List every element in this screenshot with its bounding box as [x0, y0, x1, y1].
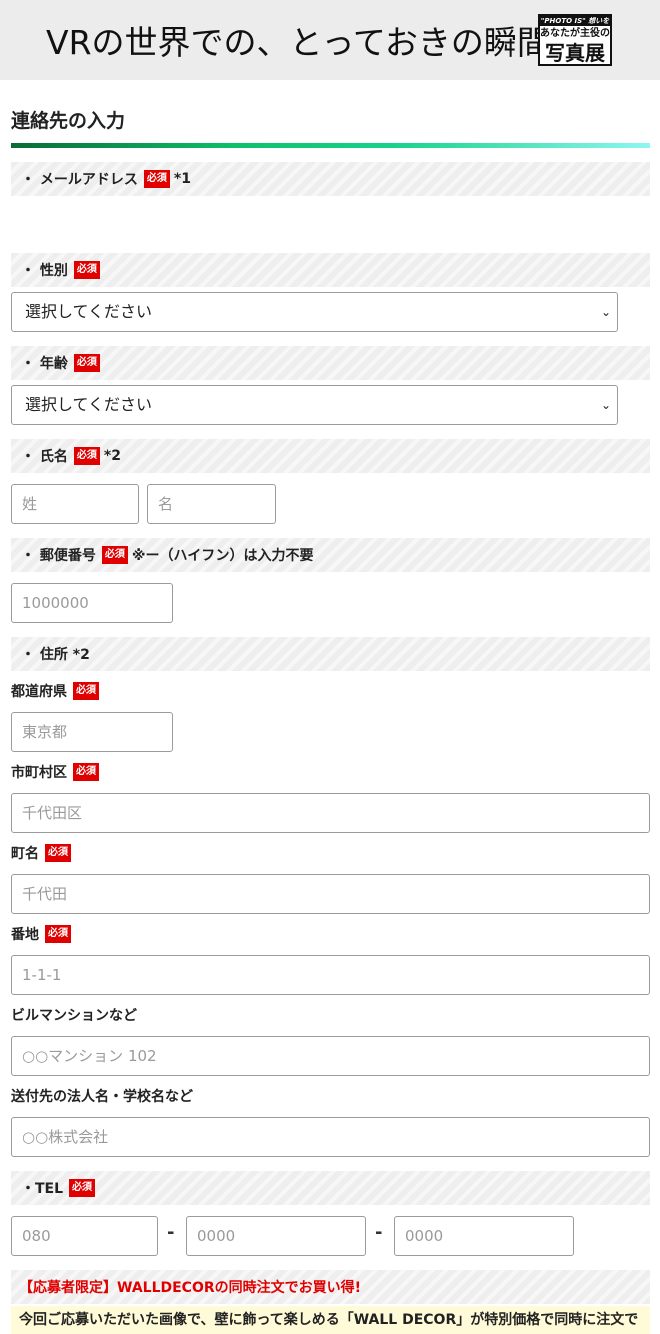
chevron-down-icon: ⌄ [600, 305, 611, 319]
site-header: VRの世界での、とっておきの瞬間 "PHOTO IS" 想いをつなぐ。 あなたが… [0, 0, 660, 80]
chevron-down-icon: ⌄ [600, 398, 611, 412]
address-label-band: ・ 住所 *2 [11, 637, 650, 671]
company-input[interactable]: ○○株式会社 [11, 1117, 650, 1157]
required-badge: 必須 [73, 682, 99, 700]
company-label: 送付先の法人名・学校名など [11, 1089, 193, 1105]
last-name-input[interactable]: 姓 [11, 484, 139, 524]
photo-exhibition-logo: "PHOTO IS" 想いをつなぐ。 あなたが主役の 写真展 [538, 14, 612, 66]
prefecture-label-row: 都道府県 必須 [11, 681, 103, 701]
required-badge: 必須 [45, 844, 71, 862]
block-label-row: 番地 必須 [11, 924, 75, 944]
tel-separator: - [375, 1222, 383, 1243]
postal-label: ・ 郵便番号 [21, 548, 96, 564]
required-badge: 必須 [73, 261, 100, 279]
tel-label-band: ・TEL 必須 [11, 1171, 650, 1205]
tel-part3-input[interactable]: 0000 [394, 1216, 574, 1256]
logo-subtitle: あなたが主役の [540, 28, 610, 39]
tel-part1-input[interactable]: 080 [11, 1216, 158, 1256]
header-title: VRの世界での、とっておきの瞬間 [46, 23, 550, 62]
age-label: ・ 年齢 [21, 356, 68, 372]
promo-text: 今回ご応募いただいた画像で、壁に飾って楽しめる「WALL DECOR」が特別価格… [11, 1306, 650, 1334]
required-badge: 必須 [101, 546, 128, 564]
name-note: *2 [103, 448, 121, 464]
logo-main: 写真展 [545, 41, 605, 65]
block-placeholder: 1-1-1 [22, 966, 62, 984]
town-label-row: 町名 必須 [11, 843, 75, 863]
required-badge: 必須 [73, 354, 100, 372]
first-name-placeholder: 名 [158, 495, 174, 513]
town-placeholder: 千代田 [22, 885, 68, 903]
logo-tagline: "PHOTO IS" 想いをつなぐ。 [540, 16, 610, 35]
prefecture-label: 都道府県 [11, 684, 67, 700]
required-badge: 必須 [69, 1179, 96, 1197]
gender-label-band: ・ 性別 必須 [11, 253, 650, 287]
email-note: *1 [173, 171, 191, 187]
building-placeholder: ○○マンション 102 [22, 1047, 157, 1065]
required-badge: 必須 [45, 925, 71, 943]
email-label: ・ メールアドレス [21, 172, 138, 188]
postal-code-input[interactable]: 1000000 [11, 583, 173, 623]
address-label: ・ 住所 *2 [21, 647, 90, 663]
postal-note: ※ー（ハイフン）は入力不要 [131, 548, 314, 564]
required-badge: 必須 [143, 170, 170, 188]
town-input[interactable]: 千代田 [11, 874, 650, 914]
building-input[interactable]: ○○マンション 102 [11, 1036, 650, 1076]
age-select[interactable]: 選択してください ⌄ [11, 385, 618, 425]
city-placeholder: 千代田区 [22, 804, 83, 822]
tel-part2-input[interactable]: 0000 [186, 1216, 366, 1256]
building-label-row: ビルマンションなど [11, 1005, 137, 1025]
name-label-band: ・ 氏名 必須 *2 [11, 439, 650, 473]
postal-label-band: ・ 郵便番号 必須 ※ー（ハイフン）は入力不要 [11, 538, 650, 572]
tel-separator: - [167, 1222, 175, 1243]
city-input[interactable]: 千代田区 [11, 793, 650, 833]
block-label: 番地 [11, 927, 39, 943]
section-title: 連絡先の入力 [11, 110, 126, 132]
company-label-row: 送付先の法人名・学校名など [11, 1086, 193, 1106]
email-label-band: ・ メールアドレス 必須 *1 [11, 162, 650, 196]
name-label: ・ 氏名 [21, 449, 68, 465]
prefecture-placeholder: 東京都 [22, 723, 68, 741]
tel-part3-placeholder: 0000 [405, 1227, 444, 1245]
building-label: ビルマンションなど [11, 1008, 137, 1024]
age-label-band: ・ 年齢 必須 [11, 346, 650, 380]
city-label: 市町村区 [11, 765, 67, 781]
required-badge: 必須 [73, 763, 99, 781]
company-placeholder: ○○株式会社 [22, 1128, 109, 1146]
first-name-input[interactable]: 名 [147, 484, 276, 524]
tel-label: ・TEL [21, 1181, 64, 1197]
city-label-row: 市町村区 必須 [11, 762, 103, 782]
town-label: 町名 [11, 846, 39, 862]
age-select-value: 選択してください [25, 395, 153, 414]
gender-select[interactable]: 選択してください ⌄ [11, 292, 618, 332]
tel-part2-placeholder: 0000 [197, 1227, 236, 1245]
block-input[interactable]: 1-1-1 [11, 955, 650, 995]
tel-part1-placeholder: 080 [22, 1227, 51, 1245]
section-divider [11, 143, 650, 148]
postal-code-placeholder: 1000000 [22, 594, 89, 612]
required-badge: 必須 [73, 447, 100, 465]
gender-select-value: 選択してください [25, 302, 153, 321]
last-name-placeholder: 姓 [22, 495, 38, 513]
promo-title: 【応募者限定】WALLDECORの同時注文でお買い得! [11, 1270, 650, 1304]
prefecture-input[interactable]: 東京都 [11, 712, 173, 752]
gender-label: ・ 性別 [21, 263, 68, 279]
